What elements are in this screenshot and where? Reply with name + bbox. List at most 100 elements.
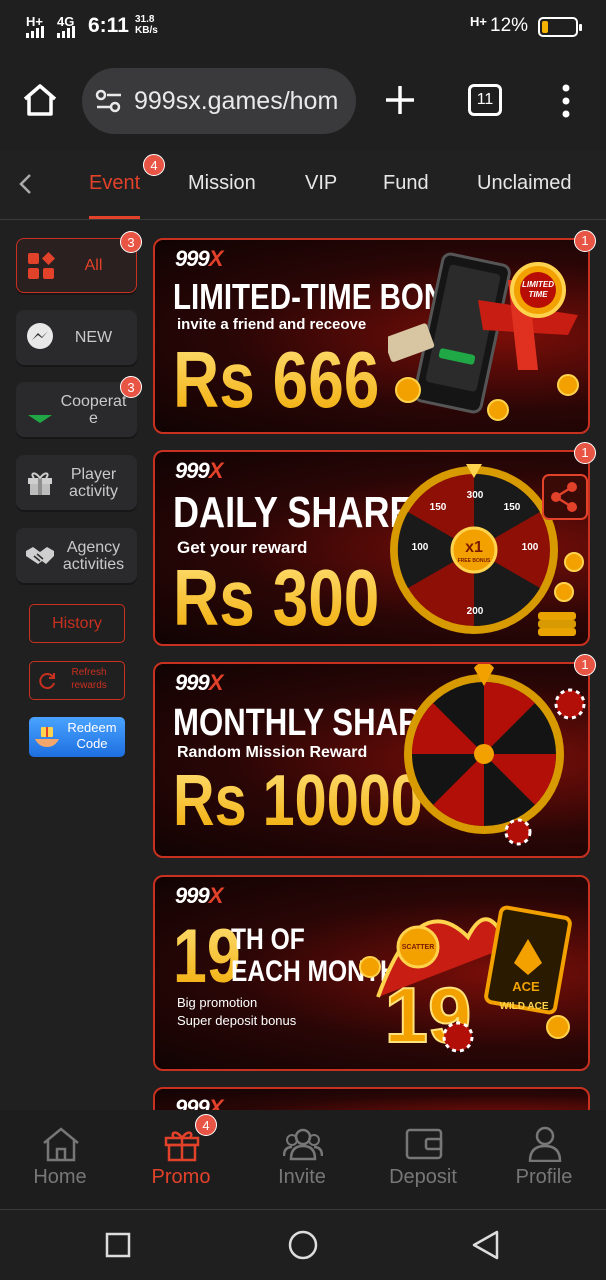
ace-card-label: ACE bbox=[512, 979, 540, 994]
home-circle-icon[interactable] bbox=[287, 1229, 319, 1261]
tab-event[interactable]: Event bbox=[89, 172, 140, 195]
redeem-code-button[interactable]: Redeem Code bbox=[29, 717, 125, 757]
nav-profile-label: Profile bbox=[515, 1166, 573, 1188]
battery-icon bbox=[538, 17, 582, 37]
bottom-navigation: Home Promo 4 Invite Deposit Profile bbox=[0, 1110, 606, 1210]
sidebar-item-label: Player activity bbox=[69, 465, 118, 500]
wheel-center-label: x1 bbox=[465, 539, 483, 556]
url-text[interactable]: 999sx.games/hom bbox=[134, 87, 346, 116]
banner-title-line1: TH OF bbox=[231, 923, 305, 956]
jester-card-illustration: SCATTER 19 ACE WILD ACE bbox=[359, 905, 572, 1060]
wheel-label-300: 300 bbox=[467, 490, 484, 501]
sidebar-item-cooperate[interactable]: Cooperat e bbox=[16, 382, 137, 437]
limited-stamp-line2: TIME bbox=[528, 290, 548, 299]
mission-wheel-illustration bbox=[404, 664, 586, 846]
grid-icon bbox=[28, 252, 55, 279]
brand-logo: 999X bbox=[175, 670, 223, 695]
gift-hands-icon bbox=[35, 727, 59, 747]
person-nav-icon bbox=[528, 1126, 562, 1162]
sidebar-item-label: All bbox=[84, 257, 103, 274]
nav-promo[interactable]: Promo bbox=[126, 1110, 236, 1210]
nav-promo-badge: 4 bbox=[195, 1114, 217, 1136]
banner-line1: Big promotion bbox=[177, 995, 258, 1010]
people-nav-icon bbox=[283, 1128, 323, 1161]
more-menu-icon[interactable] bbox=[556, 84, 576, 118]
browser-toolbar: 999sx.games/hom 11 bbox=[0, 56, 606, 150]
banner-3-badge: 1 bbox=[574, 654, 596, 676]
nav-profile[interactable]: Profile bbox=[489, 1110, 599, 1210]
clock: 6:11 bbox=[88, 14, 129, 37]
nav-home[interactable]: Home bbox=[5, 1110, 115, 1210]
promo-banner-daily-share[interactable]: 999X DAILY SHARE④ Get your reward Rs 300… bbox=[153, 450, 590, 646]
tab-unclaimed[interactable]: Unclaimed bbox=[477, 172, 571, 195]
nav-promo-label: Promo bbox=[151, 1166, 211, 1188]
sidebar-item-label: Agency activities bbox=[62, 538, 125, 573]
sidebar-cooperate-badge: 3 bbox=[120, 376, 142, 398]
brand-logo: 999X bbox=[175, 883, 223, 908]
sidebar-item-all[interactable]: All bbox=[16, 238, 137, 293]
sidebar-item-label: NEW bbox=[74, 329, 113, 346]
sidebar-item-player-activity[interactable]: Player activity bbox=[16, 455, 137, 510]
green-chevron-icon bbox=[28, 415, 52, 423]
gift-icon bbox=[28, 472, 52, 495]
limited-stamp-line1: LIMITED bbox=[522, 280, 554, 289]
chevron-left-icon[interactable] bbox=[14, 170, 38, 198]
banner-line2: Super deposit bonus bbox=[177, 1013, 297, 1028]
banner-amount: Rs 666 bbox=[173, 335, 380, 424]
refresh-rewards-label: Refresh rewards bbox=[71, 667, 107, 691]
nav-deposit[interactable]: Deposit bbox=[368, 1110, 478, 1210]
wheel-label-150-right: 150 bbox=[504, 502, 521, 513]
new-tab-icon[interactable] bbox=[382, 82, 418, 118]
promo-banner-monthly-sharing[interactable]: 999X MONTHLY SHARING Random Mission Rewa… bbox=[153, 662, 590, 858]
wallet-nav-icon bbox=[405, 1128, 443, 1160]
sidebar-item-new[interactable]: NEW bbox=[16, 310, 137, 365]
back-triangle-icon[interactable] bbox=[470, 1229, 502, 1261]
recents-icon[interactable] bbox=[104, 1231, 132, 1259]
category-tabs: Event 4 Mission VIP Fund Unclaimed bbox=[0, 150, 606, 220]
share-icon[interactable] bbox=[542, 474, 588, 520]
sidebar-item-agency-activities[interactable]: Agency activities bbox=[16, 528, 137, 583]
nav-invite[interactable]: Invite bbox=[247, 1110, 357, 1210]
tab-fund[interactable]: Fund bbox=[383, 172, 429, 195]
home-nav-icon bbox=[43, 1127, 79, 1162]
wheel-label-100-right: 100 bbox=[522, 542, 539, 553]
status-bar: H+ 4G 6:11 31.8 KB/s H+ 12% bbox=[0, 0, 606, 56]
active-tab-indicator bbox=[89, 216, 140, 219]
home-icon[interactable] bbox=[20, 80, 60, 120]
wheel-center-sublabel: FREE BONUS bbox=[458, 558, 491, 564]
sidebar-all-badge: 3 bbox=[120, 231, 142, 253]
gift-nav-icon bbox=[164, 1131, 200, 1162]
brand-logo: 999X bbox=[175, 458, 223, 483]
address-bar[interactable]: 999sx.games/hom bbox=[82, 68, 356, 134]
site-settings-icon[interactable] bbox=[94, 88, 124, 114]
promo-banner-limited-time-bonus[interactable]: 999X LIMITED-TIME BONUS invite a friend … bbox=[153, 238, 590, 434]
banner-1-badge: 1 bbox=[574, 230, 596, 252]
wheel-label-200: 200 bbox=[467, 606, 484, 617]
banner-subtitle: invite a friend and receove bbox=[177, 316, 367, 333]
nav-invite-label: Invite bbox=[278, 1166, 326, 1188]
wheel-label-150-left: 150 bbox=[430, 502, 447, 513]
brand-logo: 999X bbox=[175, 246, 223, 271]
signal-h-plus-2: H+ bbox=[470, 14, 487, 29]
wheel-label-100-left: 100 bbox=[412, 542, 429, 553]
network-speed: 31.8 KB/s bbox=[135, 14, 158, 36]
promo-banner-19th-of-month[interactable]: 999X 19 TH OF EACH MONTH Big promotion S… bbox=[153, 875, 590, 1071]
refresh-rewards-button[interactable]: Refresh rewards bbox=[29, 661, 125, 700]
tab-mission[interactable]: Mission bbox=[188, 172, 256, 195]
redeem-code-label: Redeem Code bbox=[67, 720, 117, 751]
refresh-icon bbox=[39, 673, 55, 690]
tab-switcher-button[interactable]: 11 bbox=[468, 84, 502, 116]
banner-amount: Rs 10000 bbox=[173, 761, 423, 841]
tab-event-badge: 4 bbox=[143, 154, 165, 176]
history-button[interactable]: History bbox=[29, 604, 125, 643]
nav-deposit-label: Deposit bbox=[389, 1166, 457, 1188]
signal-bars-icon bbox=[26, 26, 75, 38]
scatter-chip-label: SCATTER bbox=[402, 944, 435, 951]
banner-amount: Rs 300 bbox=[173, 553, 380, 642]
banner-2-badge: 1 bbox=[574, 442, 596, 464]
messenger-icon bbox=[27, 323, 53, 349]
nav-home-label: Home bbox=[33, 1166, 87, 1188]
wild-ace-label: WILD ACE bbox=[499, 1001, 548, 1012]
tab-vip[interactable]: VIP bbox=[305, 172, 337, 195]
system-navigation-bar bbox=[0, 1211, 606, 1280]
